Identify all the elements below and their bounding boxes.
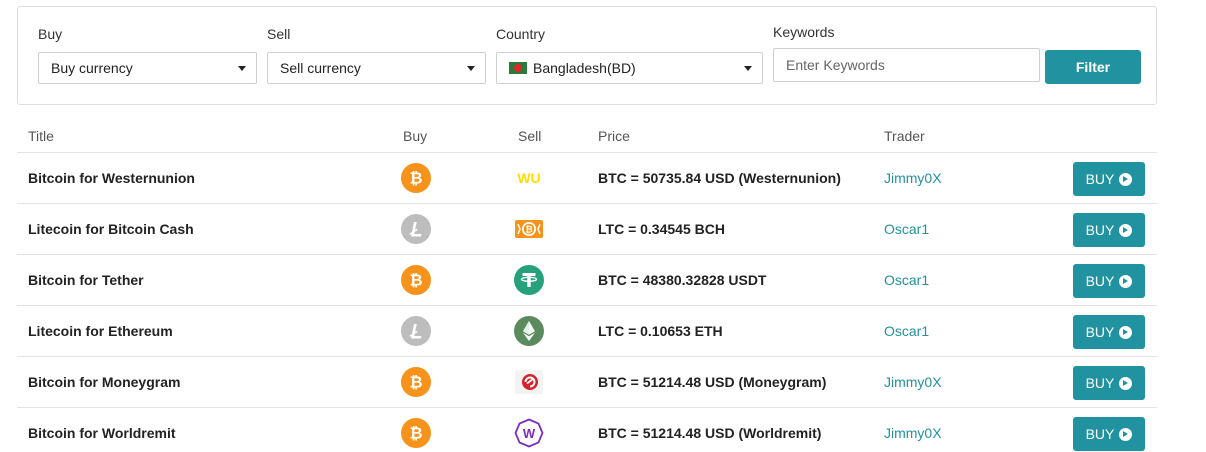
row-price: BTC = 51214.48 USD (Moneygram) bbox=[598, 374, 827, 390]
sell-currency-value: Sell currency bbox=[280, 60, 361, 76]
row-price: BTC = 51214.48 USD (Worldremit) bbox=[598, 425, 822, 441]
buy-button[interactable]: BUY bbox=[1073, 162, 1145, 196]
arrow-circle-right-icon bbox=[1119, 274, 1133, 288]
svg-text:W: W bbox=[523, 426, 536, 441]
buy-filter: Buy Buy currency bbox=[38, 26, 258, 86]
offers-table: Title Buy Sell Price Trader Bitcoin for … bbox=[17, 120, 1157, 452]
arrow-circle-right-icon bbox=[1119, 325, 1133, 339]
bitcoin-cash-icon: ₿ bbox=[514, 214, 544, 244]
svg-text:₿: ₿ bbox=[409, 373, 422, 392]
sell-currency-select[interactable]: Sell currency bbox=[267, 52, 486, 84]
buy-button[interactable]: BUY bbox=[1073, 213, 1145, 247]
buy-button[interactable]: BUY bbox=[1073, 366, 1145, 400]
country-filter-label: Country bbox=[496, 26, 546, 42]
buy-button[interactable]: BUY bbox=[1073, 315, 1145, 349]
row-title: Bitcoin for Westernunion bbox=[28, 170, 195, 186]
country-select[interactable]: Bangladesh(BD) bbox=[496, 52, 763, 84]
row-title: Litecoin for Bitcoin Cash bbox=[28, 221, 194, 237]
table-row: Bitcoin for Moneygram ₿ BTC = 51214.48 U… bbox=[17, 357, 1157, 408]
row-title: Litecoin for Ethereum bbox=[28, 323, 173, 339]
bitcoin-icon: ₿ bbox=[401, 367, 431, 397]
table-body: Bitcoin for Westernunion ₿ WU BTC = 5073… bbox=[17, 153, 1157, 452]
caret-down-icon bbox=[467, 66, 475, 71]
row-title: Bitcoin for Worldremit bbox=[28, 425, 176, 441]
ethereum-icon bbox=[514, 316, 544, 346]
buy-button-label: BUY bbox=[1085, 222, 1115, 238]
buy-button-label: BUY bbox=[1085, 273, 1115, 289]
moneygram-icon bbox=[514, 367, 544, 397]
row-price: LTC = 0.34545 BCH bbox=[598, 221, 725, 237]
table-header: Title Buy Sell Price Trader bbox=[17, 120, 1157, 153]
bitcoin-icon: ₿ bbox=[401, 418, 431, 448]
svg-text:₿: ₿ bbox=[409, 424, 422, 443]
table-row: Bitcoin for Tether ₿ BTC = 48380.32828 U… bbox=[17, 255, 1157, 306]
sell-filter-label: Sell bbox=[267, 26, 291, 42]
buy-button-label: BUY bbox=[1085, 171, 1115, 187]
buy-currency-select[interactable]: Buy currency bbox=[38, 52, 257, 84]
table-row: Litecoin for Ethereum LTC = 0.10653 ETH … bbox=[17, 306, 1157, 357]
country-value: Bangladesh(BD) bbox=[533, 60, 636, 76]
country-filter: Country Bangladesh(BD) bbox=[496, 26, 764, 86]
header-buy: Buy bbox=[403, 128, 428, 144]
header-sell: Sell bbox=[518, 128, 542, 144]
trader-link[interactable]: Jimmy0X bbox=[884, 153, 942, 204]
buy-button-label: BUY bbox=[1085, 375, 1115, 391]
tether-icon bbox=[514, 265, 544, 295]
buy-button[interactable]: BUY bbox=[1073, 264, 1145, 298]
keywords-filter: Keywords bbox=[773, 24, 1041, 86]
bitcoin-icon: ₿ bbox=[401, 163, 431, 193]
buy-button-label: BUY bbox=[1085, 324, 1115, 340]
row-title: Bitcoin for Moneygram bbox=[28, 374, 181, 390]
svg-text:₿: ₿ bbox=[525, 225, 532, 236]
table-row: Bitcoin for Worldremit ₿ W BTC = 51214.4… bbox=[17, 408, 1157, 452]
header-trader: Trader bbox=[884, 128, 925, 144]
worldremit-icon: W bbox=[514, 418, 544, 448]
bitcoin-icon: ₿ bbox=[401, 265, 431, 295]
caret-down-icon bbox=[744, 66, 752, 71]
trader-link[interactable]: Jimmy0X bbox=[884, 408, 942, 452]
row-price: BTC = 48380.32828 USDT bbox=[598, 272, 767, 288]
row-title: Bitcoin for Tether bbox=[28, 272, 144, 288]
buy-button-label: BUY bbox=[1085, 426, 1115, 442]
row-price: BTC = 50735.84 USD (Westernunion) bbox=[598, 170, 841, 186]
arrow-circle-right-icon bbox=[1119, 376, 1133, 390]
litecoin-icon bbox=[401, 316, 431, 346]
arrow-circle-right-icon bbox=[1119, 427, 1133, 441]
row-price: LTC = 0.10653 ETH bbox=[598, 323, 723, 339]
trader-link[interactable]: Oscar1 bbox=[884, 204, 929, 255]
buy-filter-label: Buy bbox=[38, 26, 63, 42]
trader-link[interactable]: Oscar1 bbox=[884, 255, 929, 306]
svg-text:₿: ₿ bbox=[409, 169, 422, 188]
caret-down-icon bbox=[238, 66, 246, 71]
trader-link[interactable]: Oscar1 bbox=[884, 306, 929, 357]
bangladesh-flag-icon bbox=[509, 62, 527, 75]
keywords-input[interactable] bbox=[773, 48, 1040, 82]
table-row: Bitcoin for Westernunion ₿ WU BTC = 5073… bbox=[17, 153, 1157, 204]
arrow-circle-right-icon bbox=[1119, 223, 1133, 237]
header-title: Title bbox=[28, 128, 54, 144]
westernunion-icon: WU bbox=[514, 163, 544, 193]
svg-text:WU: WU bbox=[517, 170, 540, 186]
buy-button[interactable]: BUY bbox=[1073, 417, 1145, 451]
svg-text:₿: ₿ bbox=[409, 271, 422, 290]
keywords-filter-label: Keywords bbox=[773, 24, 835, 40]
table-row: Litecoin for Bitcoin Cash ₿ LTC = 0.3454… bbox=[17, 204, 1157, 255]
trader-link[interactable]: Jimmy0X bbox=[884, 357, 942, 408]
arrow-circle-right-icon bbox=[1119, 172, 1133, 186]
header-price: Price bbox=[598, 128, 630, 144]
filter-button[interactable]: Filter bbox=[1045, 50, 1141, 84]
filter-panel: Buy Buy currency Sell Sell currency Coun… bbox=[17, 6, 1157, 105]
buy-currency-value: Buy currency bbox=[51, 60, 133, 76]
sell-filter: Sell Sell currency bbox=[267, 26, 487, 86]
litecoin-icon bbox=[401, 214, 431, 244]
